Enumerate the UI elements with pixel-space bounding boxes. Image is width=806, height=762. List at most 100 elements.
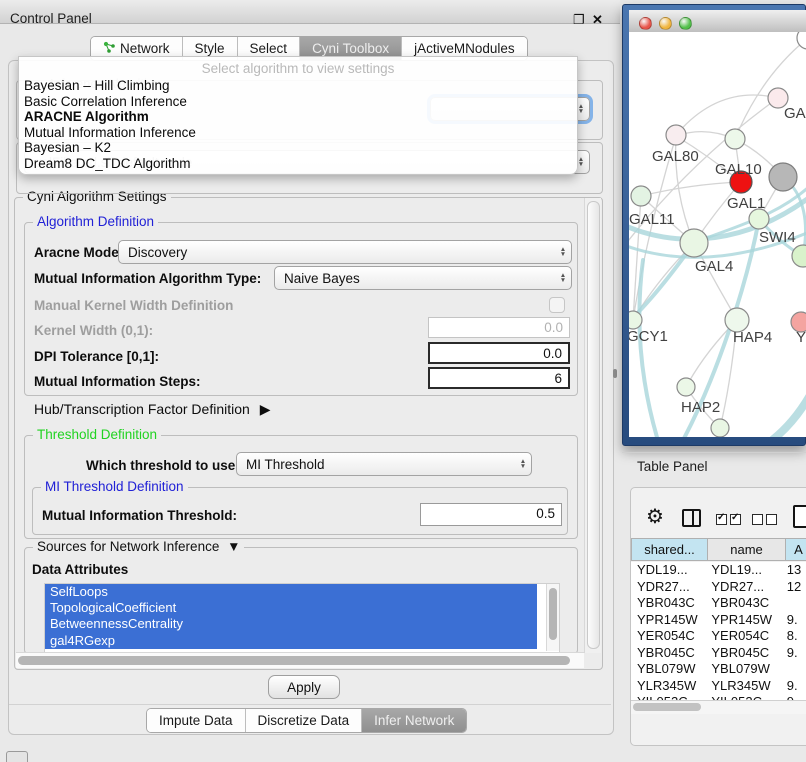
tab-discretize-data[interactable]: Discretize Data xyxy=(246,709,363,732)
network-node[interactable] xyxy=(677,378,695,396)
column-header-a[interactable]: A xyxy=(786,538,806,561)
algorithm-option[interactable]: Bayesian – Hill Climbing xyxy=(19,78,577,94)
network-edge[interactable] xyxy=(676,95,778,135)
which-threshold-combo[interactable]: MI Threshold ▲▼ xyxy=(236,452,532,476)
close-panel-icon[interactable]: ✕ xyxy=(592,12,603,28)
attribute-item[interactable]: SelfLoops xyxy=(45,584,537,600)
algorithm-option[interactable]: Dream8 DC_TDC Algorithm xyxy=(19,156,577,172)
network-edge[interactable] xyxy=(735,38,806,139)
mi-algorithm-type-combo[interactable]: Naive Bayes ▲▼ xyxy=(274,266,572,290)
mutual-information-threshold-field[interactable]: 0.5 xyxy=(420,503,562,526)
algorithm-option[interactable]: Basic Correlation Inference xyxy=(19,94,577,110)
data-attributes-list[interactable]: SelfLoopsTopologicalCoefficientBetweenne… xyxy=(44,583,560,654)
tab-impute-data[interactable]: Impute Data xyxy=(147,709,246,732)
collapse-arrow-icon[interactable]: ▼ xyxy=(227,539,240,554)
table-horizontal-scrollbar[interactable] xyxy=(631,700,806,714)
tab-label: Style xyxy=(195,41,225,56)
attributes-scrollbar-thumb[interactable] xyxy=(549,588,557,640)
split-columns-icon[interactable] xyxy=(682,509,701,527)
tab-label: jActiveMNodules xyxy=(414,41,515,56)
checked-pair-icon[interactable] xyxy=(716,512,744,530)
settings-horizontal-scrollbar[interactable] xyxy=(16,652,584,668)
kernel-width-field[interactable]: 0.0 xyxy=(428,317,570,338)
table-cell: YDR27... xyxy=(631,579,705,596)
expand-arrow-icon[interactable]: ▶ xyxy=(260,401,271,417)
tab-label: Select xyxy=(250,41,288,56)
table-row[interactable]: YBR045CYBR045C9. xyxy=(631,645,806,662)
settings-horizontal-thumb[interactable] xyxy=(18,656,570,665)
table-cell xyxy=(781,661,806,678)
network-edge[interactable] xyxy=(641,182,741,196)
algorithm-option[interactable]: Bayesian – K2 xyxy=(19,140,577,156)
network-node-label: GAL xyxy=(784,105,806,122)
float-panel-icon[interactable]: ❐ xyxy=(573,12,585,28)
table-row[interactable]: YER054CYER054C8. xyxy=(631,628,806,645)
network-node[interactable] xyxy=(725,129,745,149)
network-node[interactable] xyxy=(792,245,806,267)
apply-button[interactable]: Apply xyxy=(268,675,340,699)
sources-title-text: Sources for Network Inference xyxy=(37,539,219,554)
table-row[interactable]: YDR27...YDR27...12 xyxy=(631,579,806,596)
mode-tabstrip: Impute DataDiscretize DataInfer Network xyxy=(146,708,467,733)
table-cell: YBR045C xyxy=(631,645,705,662)
zoom-window-icon[interactable] xyxy=(679,17,692,30)
table-row[interactable]: YDL19...YDL19...13 xyxy=(631,562,806,579)
tab-infer-network[interactable]: Infer Network xyxy=(362,709,466,732)
mi-steps-field[interactable]: 6 xyxy=(428,367,570,389)
popup-prompt: Select algorithm to view settings xyxy=(19,61,577,76)
popup-item-list: Bayesian – Hill ClimbingBasic Correlatio… xyxy=(19,78,577,172)
unchecked-pair-icon[interactable] xyxy=(752,512,780,530)
settings-vertical-scrollbar[interactable] xyxy=(584,198,601,653)
table-cell: YLR345W xyxy=(631,678,705,695)
collapsed-panel-icon[interactable] xyxy=(6,751,28,762)
attribute-item[interactable]: BetweennessCentrality xyxy=(45,616,537,632)
table-cell: YDL19... xyxy=(705,562,780,579)
aracne-mode-combo[interactable]: Discovery ▲▼ xyxy=(118,240,572,264)
manual-kernel-width-checkbox[interactable] xyxy=(549,297,565,313)
network-node-label: GAL80 xyxy=(652,148,699,165)
table-row[interactable]: YPR145WYPR145W9. xyxy=(631,612,806,629)
table-horizontal-thumb[interactable] xyxy=(633,703,701,711)
gear-icon[interactable]: ⚙ xyxy=(646,504,664,529)
table-cell: 9. xyxy=(781,612,806,629)
network-node[interactable] xyxy=(629,311,642,329)
table-cell xyxy=(781,595,806,612)
table-cell: YPR145W xyxy=(631,612,705,629)
mi-threshold-definition-title: MI Threshold Definition xyxy=(41,479,188,494)
network-canvas[interactable]: GALGAL80GAL10GAL1GAL11SWI4GAL4GCY1HAP4YH… xyxy=(629,32,806,437)
column-header-shared[interactable]: shared... xyxy=(631,538,708,561)
close-window-icon[interactable] xyxy=(639,17,652,30)
network-node[interactable] xyxy=(769,163,797,191)
network-node[interactable] xyxy=(711,419,729,437)
attribute-item[interactable]: TopologicalCoefficient xyxy=(45,600,537,616)
attributes-scrollbar[interactable] xyxy=(546,584,559,651)
column-header-name[interactable]: name xyxy=(708,538,786,561)
network-node[interactable] xyxy=(749,209,769,229)
minimize-window-icon[interactable] xyxy=(659,17,672,30)
algorithm-option[interactable]: Mutual Information Inference xyxy=(19,125,577,141)
table-row[interactable]: YLR345WYLR345W9. xyxy=(631,678,806,695)
network-node-label: GCY1 xyxy=(629,328,668,345)
network-window-titlebar[interactable] xyxy=(629,10,806,33)
splitter-handle[interactable] xyxy=(613,369,617,378)
hub-section-label[interactable]: Hub/Transcription Factor Definition ▶ xyxy=(34,401,270,418)
mi-steps-label: Mutual Information Steps: xyxy=(34,374,201,389)
table-row[interactable]: YBR043CYBR043C xyxy=(631,595,806,612)
settings-vertical-thumb[interactable] xyxy=(587,201,600,649)
algorithm-option[interactable]: ARACNE Algorithm xyxy=(19,109,577,125)
network-edge-highlighted[interactable] xyxy=(767,388,806,437)
network-node[interactable] xyxy=(666,125,686,145)
table-cell: 9. xyxy=(781,678,806,695)
network-node[interactable] xyxy=(680,229,708,257)
mutual-information-threshold-label: Mutual Information Threshold: xyxy=(42,508,237,523)
bottom-divider xyxy=(9,704,611,705)
data-attributes-label: Data Attributes xyxy=(32,562,128,577)
attribute-item[interactable]: gal4RGexp xyxy=(45,633,537,649)
table-cell: YDL19... xyxy=(631,562,705,579)
column-header-label: shared... xyxy=(644,542,695,557)
document-icon[interactable] xyxy=(793,505,806,528)
which-threshold-value: MI Threshold xyxy=(237,457,515,472)
table-row[interactable]: YBL079WYBL079W xyxy=(631,661,806,678)
network-node[interactable] xyxy=(631,186,651,206)
dpi-tolerance-field[interactable]: 0.0 xyxy=(428,342,570,364)
